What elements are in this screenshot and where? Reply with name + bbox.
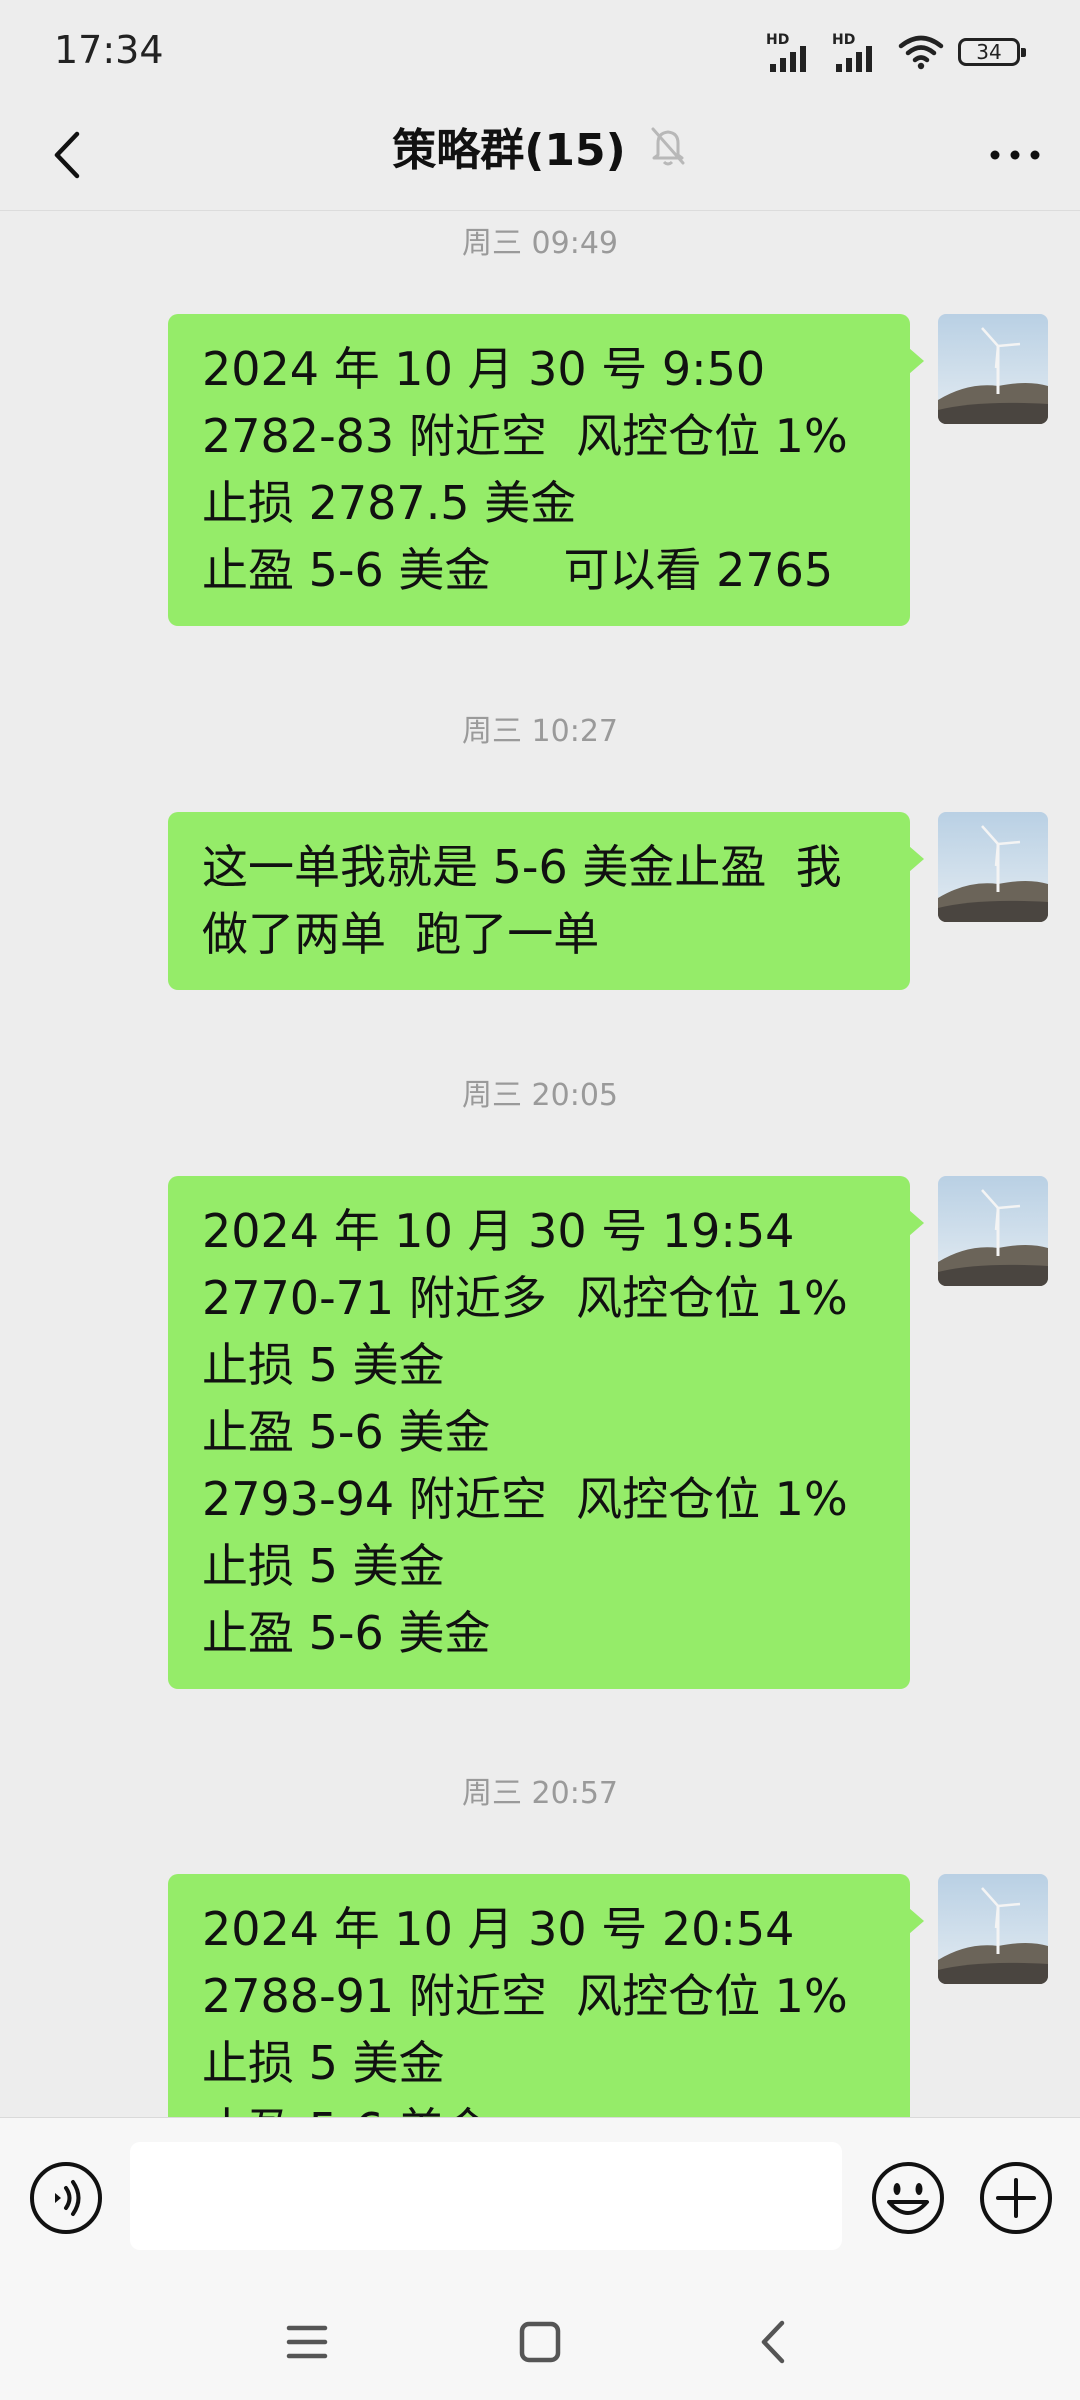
mute-bell-icon — [651, 127, 685, 166]
status-time: 17:34 — [54, 28, 164, 72]
more-options-button[interactable] — [980, 118, 1050, 192]
avatar-image — [938, 1874, 1048, 1984]
avatar-image — [938, 314, 1048, 424]
menu-icon — [286, 2325, 328, 2359]
chat-header: 策略群(15) — [0, 100, 1080, 211]
avatar[interactable] — [938, 812, 1048, 922]
avatar[interactable] — [938, 1176, 1048, 1286]
input-bar — [0, 2117, 1080, 2278]
message-timestamp: 周三 20:57 — [462, 1776, 618, 1811]
home-button[interactable] — [505, 2307, 575, 2377]
home-icon — [519, 2321, 561, 2363]
signal-icon: HD — [832, 32, 884, 72]
message-bubble[interactable]: 这一单我就是 5-6 美金止盈 我做了两单 跑了一单 — [168, 812, 924, 990]
message-bubble[interactable]: 2024 年 10 月 30 号 9:50 2782-83 附近空 风控仓位 1… — [168, 314, 924, 626]
back-icon — [761, 2320, 785, 2364]
emoji-button[interactable] — [870, 2160, 946, 2236]
battery-level: 34 — [976, 40, 1002, 64]
message-bubble[interactable]: 2024 年 10 月 30 号 19:54 2770-71 附近多 风控仓位 … — [168, 1176, 924, 1689]
avatar-image — [938, 812, 1048, 922]
status-icons: HD HD 34 — [766, 30, 1026, 74]
avatar[interactable] — [938, 314, 1048, 424]
battery-icon: 34 — [958, 38, 1026, 66]
menu-button[interactable] — [272, 2307, 342, 2377]
avatar[interactable] — [938, 1874, 1048, 1984]
message-input[interactable] — [130, 2142, 842, 2250]
chat-title: 策略群(15) — [392, 125, 626, 176]
status-bar: 17:34 HD HD 34 — [0, 0, 1080, 100]
system-back-button[interactable] — [738, 2307, 808, 2377]
system-nav-bar — [0, 2277, 1080, 2400]
emoji-icon — [872, 2162, 944, 2234]
wifi-icon — [898, 35, 944, 70]
voice-button[interactable] — [28, 2160, 104, 2236]
signal-icon: HD — [766, 32, 818, 72]
chat-title-area: 策略群(15) — [0, 114, 1080, 178]
plus-icon — [980, 2162, 1052, 2234]
more-functions-button[interactable] — [978, 2160, 1054, 2236]
more-dots-icon — [990, 150, 1040, 160]
message-timestamp: 周三 20:05 — [462, 1078, 618, 1113]
avatar-image — [938, 1176, 1048, 1286]
message-timestamp: 周三 09:49 — [462, 226, 618, 261]
voice-icon — [30, 2162, 102, 2234]
message-timestamp: 周三 10:27 — [462, 714, 618, 749]
